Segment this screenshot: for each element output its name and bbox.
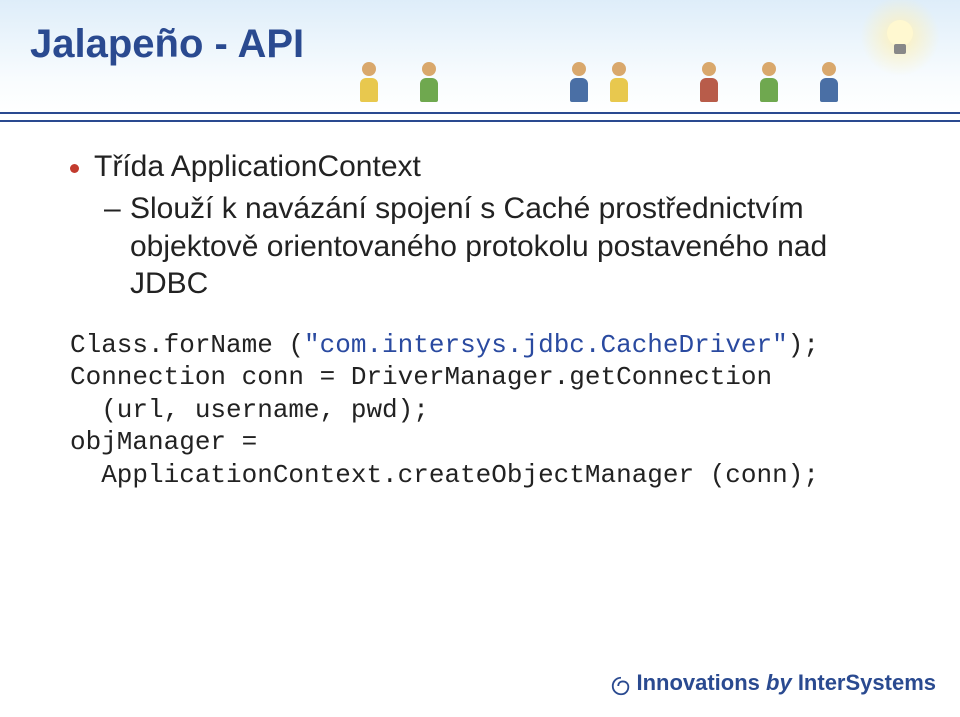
figure-icon xyxy=(570,62,588,102)
figure-icon xyxy=(360,62,378,102)
dash-icon: – xyxy=(104,190,121,228)
figure-icon xyxy=(700,62,718,102)
footer-innov: Innovations xyxy=(636,670,759,695)
figure-icon xyxy=(760,62,778,102)
bullet-level2-text: Slouží k navázání spojení s Caché prostř… xyxy=(130,192,827,300)
code-text: ApplicationContext.createObjectManager (… xyxy=(70,460,819,490)
slide: Jalapeño - API Třída ApplicationContext … xyxy=(0,0,960,717)
figure-icon xyxy=(420,62,438,102)
code-text: (url, username, pwd); xyxy=(70,395,429,425)
figure-icon xyxy=(820,62,838,102)
swirl-icon xyxy=(610,675,632,697)
footer-by: by xyxy=(760,670,798,695)
lightbulb-icon xyxy=(870,6,930,66)
bullet-level1: Třída ApplicationContext xyxy=(70,150,890,184)
bullet-level2: – Slouží k navázání spojení s Caché pros… xyxy=(70,190,890,303)
slide-title: Jalapeño - API xyxy=(30,22,304,67)
footer-brand: InterSystems xyxy=(798,670,936,695)
divider-top xyxy=(0,112,960,114)
code-text: ); xyxy=(788,330,819,360)
code-string: "com.intersys.jdbc.CacheDriver" xyxy=(304,330,788,360)
footer-logo: Innovations by InterSystems xyxy=(610,670,936,697)
divider-bottom xyxy=(0,120,960,122)
code-block: Class.forName ("com.intersys.jdbc.CacheD… xyxy=(70,329,890,492)
slide-content: Třída ApplicationContext – Slouží k navá… xyxy=(70,150,890,491)
code-text: Class.forName ( xyxy=(70,330,304,360)
figure-icon xyxy=(610,62,628,102)
code-text: Connection conn = DriverManager.getConne… xyxy=(70,362,772,392)
code-text: objManager = xyxy=(70,427,257,457)
